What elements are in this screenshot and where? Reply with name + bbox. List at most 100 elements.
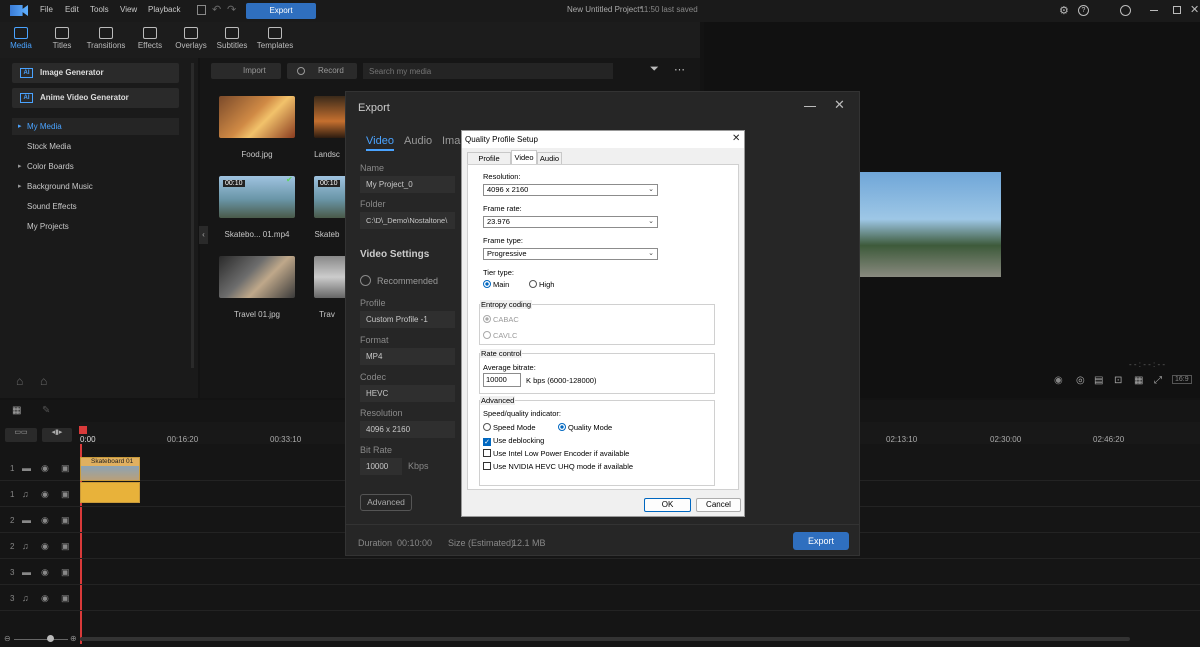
advanced-button[interactable]: Advanced xyxy=(360,494,412,511)
cabac-radio[interactable]: CABAC xyxy=(483,315,519,324)
speaker-icon[interactable]: ◉ xyxy=(41,593,49,604)
collapse-panel-icon[interactable]: ‹ xyxy=(199,226,208,244)
ok-button[interactable]: OK xyxy=(644,498,691,512)
tab-audio[interactable]: Audio xyxy=(404,135,432,147)
cancel-button[interactable]: Cancel xyxy=(696,498,741,512)
nav-my-media[interactable]: My Media xyxy=(27,122,62,131)
lock-icon[interactable]: ▣ xyxy=(61,515,70,526)
tab-effects[interactable]: Effects xyxy=(127,27,173,50)
timeline-grid-icon[interactable]: ▦ xyxy=(12,405,21,416)
framerate-select[interactable]: 23.976 ⌄ xyxy=(483,216,658,228)
anime-generator-button[interactable]: AI Anime Video Generator xyxy=(12,88,179,108)
fit-button[interactable]: ◂▮▸ xyxy=(42,428,72,442)
record-button[interactable]: Record xyxy=(287,63,357,79)
menu-file[interactable]: File xyxy=(40,5,53,14)
tier-main-radio[interactable]: Main xyxy=(483,280,509,289)
filter-icon[interactable]: ⏷ xyxy=(650,63,659,76)
frametype-select[interactable]: Progressive ⌄ xyxy=(483,248,658,260)
tab-transitions[interactable]: Transitions xyxy=(83,27,129,50)
speaker-icon[interactable]: ◉ xyxy=(41,489,49,500)
undo-icon[interactable]: ↶ xyxy=(212,3,221,16)
search-input[interactable] xyxy=(363,63,613,79)
timeline-scrollbar[interactable] xyxy=(80,637,1130,641)
edit-icon[interactable]: ✎ xyxy=(42,405,50,416)
tab-subtitles[interactable]: Subtitles xyxy=(209,27,255,50)
zoom-in-icon[interactable]: ⊕ xyxy=(70,634,77,643)
subtitle-icon[interactable]: ▤ xyxy=(1094,375,1103,386)
tab-templates[interactable]: Templates xyxy=(252,27,298,50)
image-generator-button[interactable]: AI Image Generator xyxy=(12,63,179,83)
export-top-button[interactable]: Export xyxy=(246,3,316,19)
nav-sound-effects[interactable]: Sound Effects xyxy=(27,202,77,211)
save-icon[interactable] xyxy=(197,5,206,15)
close-icon[interactable]: ✕ xyxy=(1190,3,1199,16)
format-field[interactable]: MP4 xyxy=(360,348,455,365)
expand-icon[interactable]: ▸ xyxy=(18,162,22,170)
recommended-radio[interactable] xyxy=(360,275,371,286)
more-icon[interactable]: ⋯ xyxy=(674,63,685,76)
tag-icon[interactable]: ⌂ xyxy=(16,374,23,388)
resolution-field[interactable]: 4096 x 2160 xyxy=(360,421,455,438)
menu-playback[interactable]: Playback xyxy=(148,5,180,14)
profile-field[interactable]: Custom Profile -1 xyxy=(360,311,455,328)
cavlc-radio[interactable]: CAVLC xyxy=(483,331,517,340)
nvidia-uhq-checkbox[interactable]: Use NVIDIA HEVC UHQ mode if available xyxy=(483,462,633,471)
tag-remove-icon[interactable]: ⌂ xyxy=(40,374,47,388)
tab-video[interactable]: Video xyxy=(366,135,394,147)
avg-bitrate-input[interactable]: 10000 xyxy=(483,373,521,387)
name-field[interactable]: My Project_0 xyxy=(360,176,455,193)
zoom-out-icon[interactable]: ⊖ xyxy=(4,634,11,643)
deblocking-checkbox[interactable]: ✓ Use deblocking xyxy=(483,436,544,446)
bitrate-field[interactable]: 10000 xyxy=(360,458,402,475)
speaker-icon[interactable]: ◉ xyxy=(41,541,49,552)
menu-tools[interactable]: Tools xyxy=(90,5,109,14)
export-button[interactable]: Export xyxy=(793,532,849,550)
settings-icon[interactable]: ⚙ xyxy=(1059,4,1069,17)
expand-icon[interactable]: ▸ xyxy=(18,182,22,190)
media-thumbnail[interactable] xyxy=(219,96,295,138)
eye-icon[interactable]: ◉ xyxy=(41,463,49,474)
minimize-icon[interactable] xyxy=(804,106,816,107)
help-icon[interactable]: ? xyxy=(1078,5,1089,16)
lock-icon[interactable]: ▣ xyxy=(61,541,70,552)
restore-icon[interactable] xyxy=(1173,6,1181,14)
expand-icon[interactable]: ▸ xyxy=(18,122,22,130)
intel-encoder-checkbox[interactable]: Use Intel Low Power Encoder if available xyxy=(483,449,629,458)
close-icon[interactable]: ✕ xyxy=(834,97,845,113)
camera-icon[interactable]: ◎ xyxy=(1076,375,1085,386)
quality-mode-radio[interactable]: Quality Mode xyxy=(558,423,612,432)
codec-field[interactable]: HEVC xyxy=(360,385,455,402)
lock-icon[interactable]: ▣ xyxy=(61,489,70,500)
speed-mode-radio[interactable]: Speed Mode xyxy=(483,423,536,432)
lock-icon[interactable]: ▣ xyxy=(61,567,70,578)
tab-media[interactable]: Media xyxy=(0,27,44,50)
zoom-icon[interactable]: ⊡ xyxy=(1114,375,1122,386)
folder-field[interactable]: C:\D\_Demo\Nostaltone\ xyxy=(360,212,455,229)
playhead-handle[interactable] xyxy=(79,426,87,434)
scrollbar[interactable] xyxy=(191,63,194,368)
tier-high-radio[interactable]: High xyxy=(529,280,554,289)
tab-video[interactable]: Video xyxy=(511,150,537,165)
lock-icon[interactable]: ▣ xyxy=(61,463,70,474)
zoom-slider[interactable] xyxy=(14,639,68,640)
zoom-slider-handle[interactable] xyxy=(47,635,54,642)
media-thumbnail[interactable] xyxy=(219,256,295,298)
nav-color-boards[interactable]: Color Boards xyxy=(27,162,74,171)
lock-icon[interactable]: ▣ xyxy=(61,593,70,604)
snapshot-icon[interactable]: ◉ xyxy=(1054,375,1063,386)
track-manager-button[interactable]: ▭▭ xyxy=(5,428,37,442)
nav-my-projects[interactable]: My Projects xyxy=(27,222,69,231)
tab-titles[interactable]: Titles xyxy=(39,27,85,50)
resolution-select[interactable]: 4096 x 2160 ⌄ xyxy=(483,184,658,196)
aspect-icon[interactable]: 16:9 xyxy=(1172,375,1192,384)
import-button[interactable]: Import xyxy=(211,63,281,79)
audio-clip[interactable] xyxy=(80,482,140,503)
nav-stock-media[interactable]: Stock Media xyxy=(27,142,71,151)
grid-icon[interactable]: ▦ xyxy=(1134,375,1143,386)
video-clip[interactable]: Skateboard 01 xyxy=(80,457,140,481)
minimize-icon[interactable] xyxy=(1150,10,1158,11)
tab-overlays[interactable]: Overlays xyxy=(168,27,214,50)
menu-edit[interactable]: Edit xyxy=(65,5,79,14)
menu-view[interactable]: View xyxy=(120,5,137,14)
eye-icon[interactable]: ◉ xyxy=(41,515,49,526)
